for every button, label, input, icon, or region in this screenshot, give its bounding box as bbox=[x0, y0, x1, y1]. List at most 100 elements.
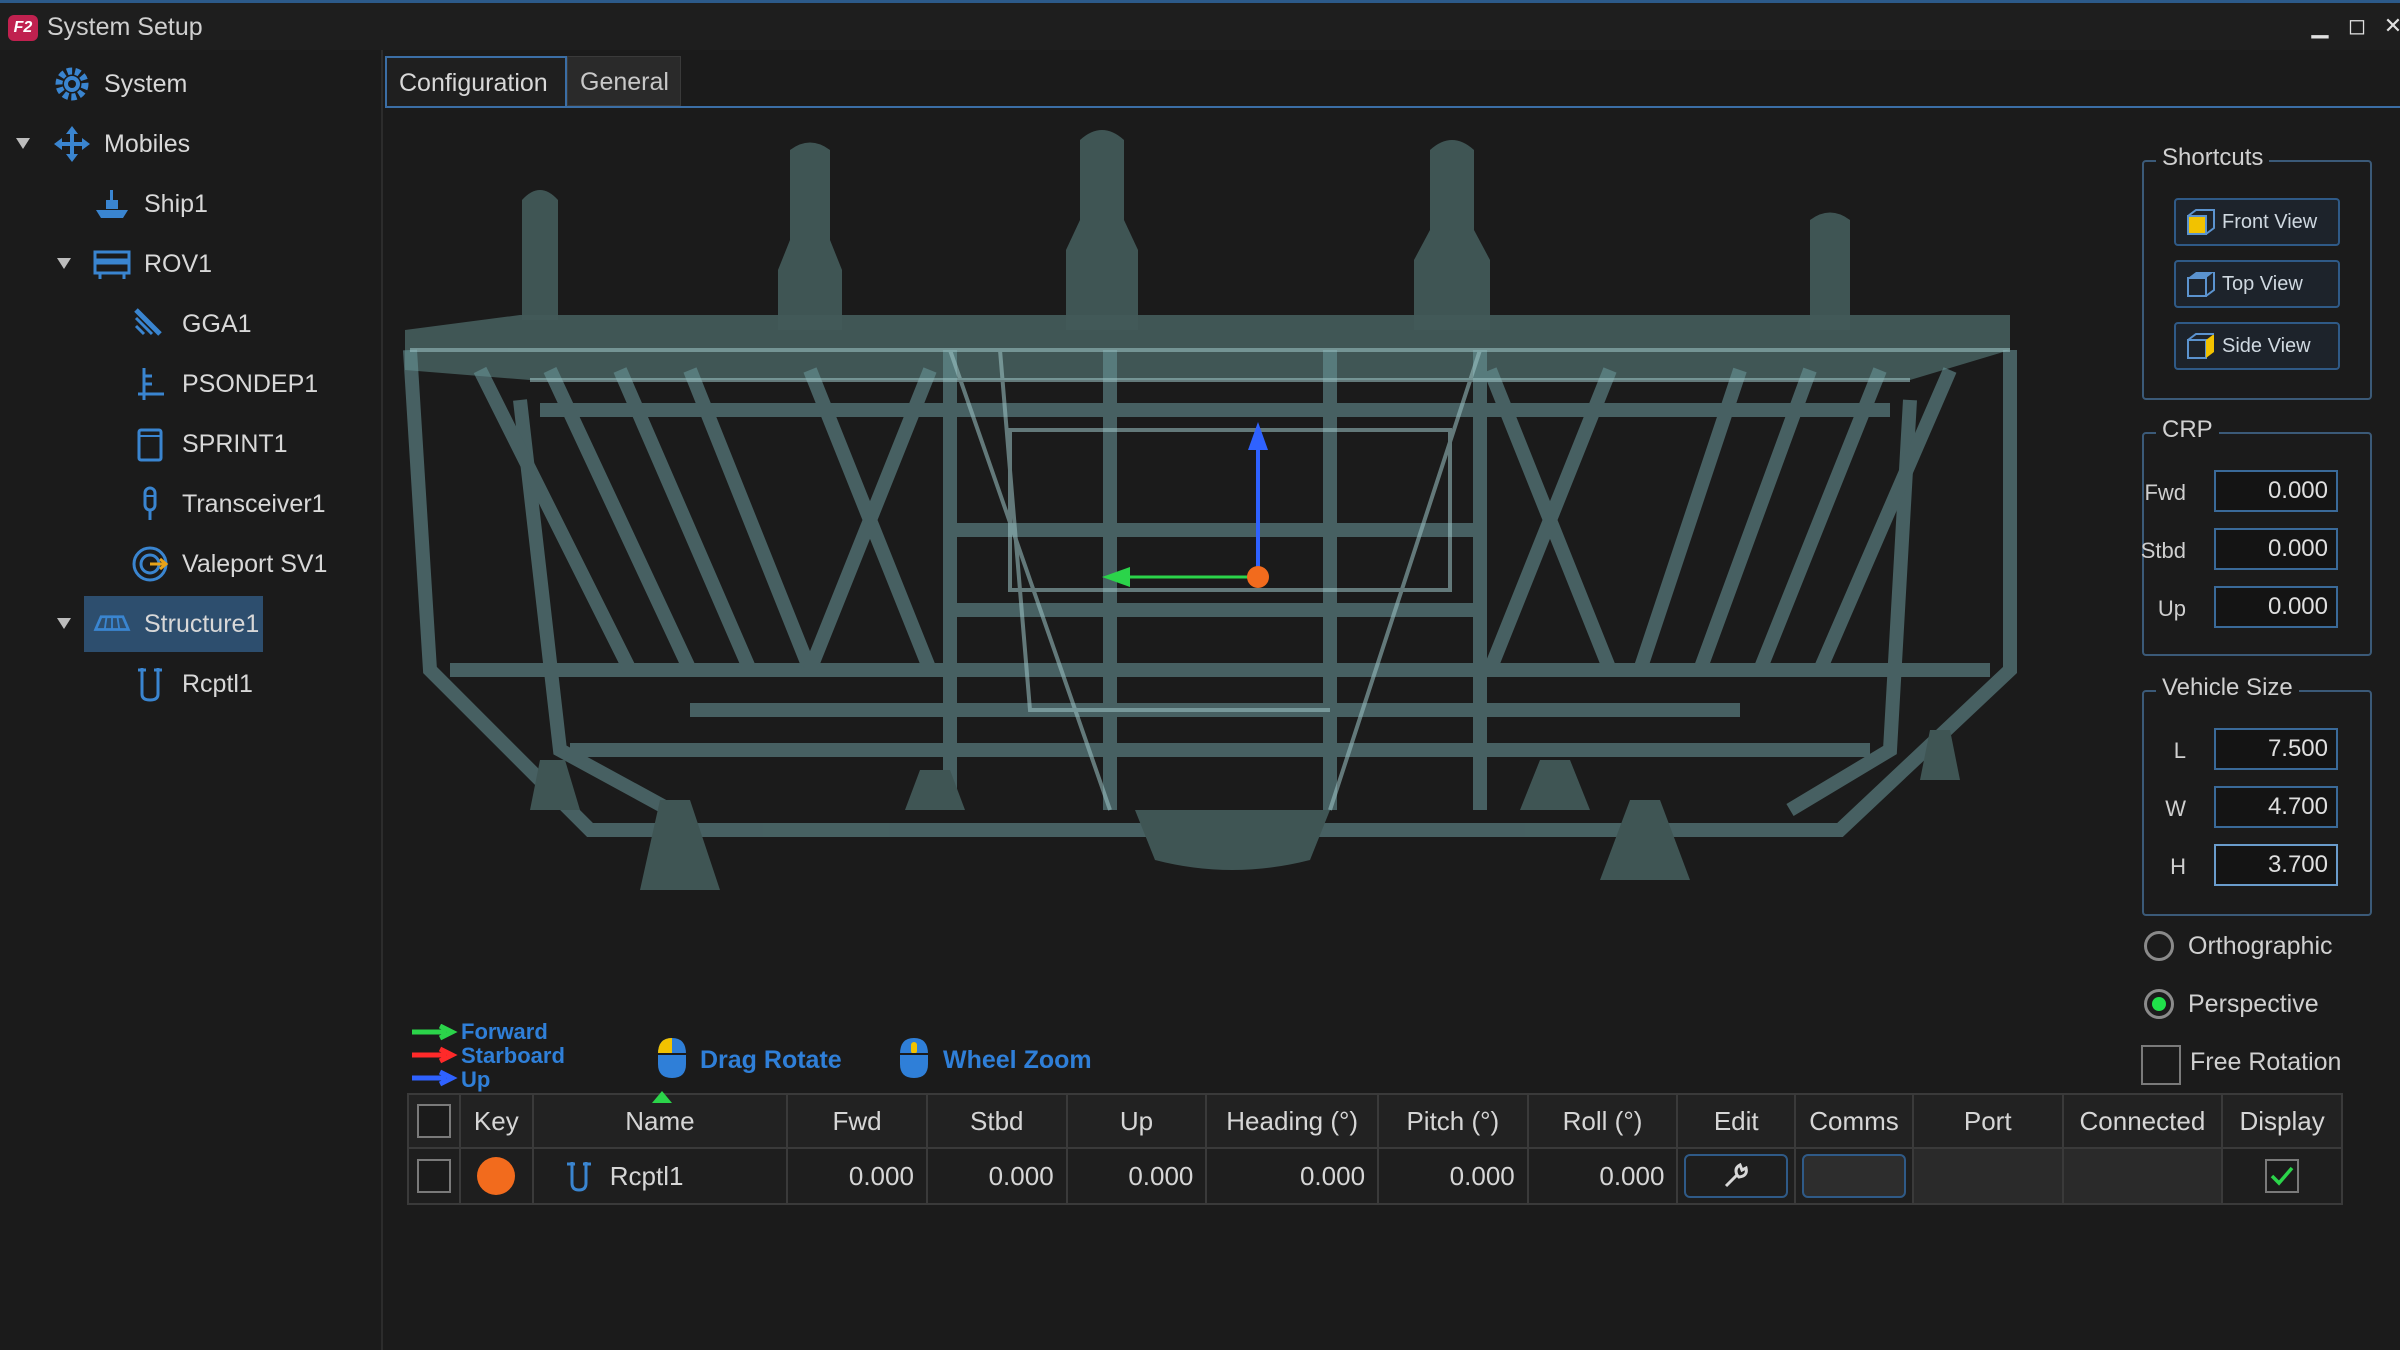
top-view-label: Top View bbox=[2222, 272, 2303, 295]
top-view-icon bbox=[2187, 272, 2215, 297]
perspective-label: Perspective bbox=[2188, 990, 2319, 1018]
maximize-icon[interactable]: ◻ bbox=[2344, 13, 2370, 39]
row-roll[interactable]: 0.000 bbox=[1529, 1149, 1679, 1203]
select-all-cell bbox=[409, 1095, 461, 1147]
minimize-icon[interactable]: ▁ bbox=[2307, 13, 2333, 39]
col-name[interactable]: Name bbox=[534, 1091, 789, 1147]
orthographic-radio[interactable] bbox=[2144, 931, 2174, 961]
col-port[interactable]: Port bbox=[1914, 1095, 2064, 1147]
structure-icon bbox=[92, 604, 132, 644]
name-cell: Rcptl1 bbox=[534, 1149, 789, 1203]
top-view-button[interactable]: Top View bbox=[2174, 260, 2340, 308]
tree-item-rcptl1[interactable]: Rcptl1 bbox=[130, 656, 253, 712]
tab-general[interactable]: General bbox=[567, 56, 681, 106]
tree-item-structure1[interactable]: Structure1 bbox=[84, 596, 264, 652]
tree-item-label: Transceiver1 bbox=[182, 489, 326, 518]
perspective-radio[interactable] bbox=[2144, 989, 2174, 1019]
crp-stbd-label: Stbd bbox=[2140, 538, 2186, 563]
tab-underline bbox=[385, 106, 2400, 108]
front-view-label: Front View bbox=[2222, 210, 2318, 233]
ins-sensor-icon bbox=[130, 424, 170, 464]
vehicle-height-row: H 3.700 bbox=[2144, 844, 2354, 888]
crp-origin-marker[interactable] bbox=[1247, 566, 1269, 588]
mouse-left-icon bbox=[658, 1038, 686, 1078]
tree-item-label: PSONDEP1 bbox=[182, 369, 319, 398]
tree-item-system[interactable]: System bbox=[52, 56, 187, 112]
comms-cell bbox=[1796, 1149, 1914, 1203]
wrench-icon bbox=[1725, 1162, 1749, 1188]
vehicle-length-row: L 7.500 bbox=[2144, 728, 2354, 772]
tree-item-label: System bbox=[104, 69, 188, 98]
tree-item-label: Valeport SV1 bbox=[182, 549, 328, 578]
edit-button[interactable] bbox=[1684, 1154, 1789, 1198]
col-roll[interactable]: Roll (°) bbox=[1529, 1095, 1679, 1147]
col-key[interactable]: Key bbox=[461, 1095, 534, 1147]
collapse-arrow-icon[interactable] bbox=[16, 138, 30, 149]
crp-stbd-field[interactable]: 0.000 bbox=[2214, 528, 2338, 570]
crp-up-label: Up bbox=[2157, 596, 2186, 621]
close-icon[interactable]: ✕ bbox=[2380, 13, 2400, 39]
orthographic-label: Orthographic bbox=[2188, 932, 2333, 960]
col-pitch[interactable]: Pitch (°) bbox=[1379, 1095, 1529, 1147]
side-view-label: Side View bbox=[2222, 334, 2311, 357]
crp-fwd-field[interactable]: 0.000 bbox=[2214, 470, 2338, 512]
crp-up-field[interactable]: 0.000 bbox=[2214, 586, 2338, 628]
col-comms[interactable]: Comms bbox=[1796, 1095, 1914, 1147]
select-all-checkbox[interactable] bbox=[416, 1104, 451, 1138]
tree-item-label: Mobiles bbox=[104, 129, 191, 158]
side-view-button[interactable]: Side View bbox=[2174, 322, 2340, 370]
col-stbd[interactable]: Stbd bbox=[928, 1095, 1068, 1147]
col-fwd[interactable]: Fwd bbox=[788, 1095, 928, 1147]
col-up[interactable]: Up bbox=[1068, 1095, 1208, 1147]
display-checkbox[interactable] bbox=[2265, 1159, 2300, 1193]
gps-antenna-icon bbox=[130, 304, 170, 344]
tree-item-transceiver1[interactable]: Transceiver1 bbox=[130, 476, 326, 532]
shortcuts-title: Shortcuts bbox=[2156, 144, 2270, 172]
transceiver-icon bbox=[130, 484, 170, 524]
tree-item-psondep1[interactable]: PSONDEP1 bbox=[130, 356, 318, 412]
tab-configuration[interactable]: Configuration bbox=[385, 56, 567, 106]
key-cell bbox=[461, 1149, 534, 1203]
row-select-checkbox[interactable] bbox=[416, 1159, 451, 1193]
front-view-icon bbox=[2187, 209, 2215, 235]
key-color-swatch[interactable] bbox=[477, 1157, 516, 1195]
crp-stbd-row: Stbd 0.000 bbox=[2140, 528, 2354, 572]
tree-item-label: GGA1 bbox=[182, 309, 252, 338]
tree-item-valeport-sv1[interactable]: Valeport SV1 bbox=[130, 536, 327, 592]
tree-item-sprint1[interactable]: SPRINT1 bbox=[130, 416, 288, 472]
collapse-arrow-icon[interactable] bbox=[57, 618, 71, 629]
side-view-icon bbox=[2187, 333, 2214, 359]
tree-item-gga1[interactable]: GGA1 bbox=[130, 296, 251, 352]
port-cell[interactable] bbox=[1913, 1149, 2064, 1203]
gear-icon bbox=[52, 64, 92, 104]
checkmark-icon bbox=[2270, 1166, 2294, 1186]
vehicle-width-field[interactable]: 4.700 bbox=[2214, 786, 2338, 828]
collapse-arrow-icon[interactable] bbox=[57, 258, 71, 269]
free-rotation-label: Free Rotation bbox=[2190, 1048, 2342, 1076]
free-rotation-checkbox[interactable] bbox=[2141, 1045, 2181, 1085]
vehicle-length-label: L bbox=[2173, 738, 2186, 763]
tree-item-mobiles[interactable]: Mobiles bbox=[52, 116, 190, 172]
row-fwd[interactable]: 0.000 bbox=[788, 1149, 928, 1203]
col-edit[interactable]: Edit bbox=[1678, 1095, 1797, 1147]
row-pitch[interactable]: 0.000 bbox=[1379, 1149, 1529, 1203]
col-display[interactable]: Display bbox=[2223, 1095, 2341, 1147]
device-tree: System Mobiles Ship1 ROV1 GGA1 PSONDEP1 bbox=[0, 50, 383, 1350]
col-connected[interactable]: Connected bbox=[2064, 1095, 2224, 1147]
ship-icon bbox=[92, 184, 132, 224]
table-row[interactable]: Rcptl1 0.000 0.000 0.000 0.000 0.000 0.0… bbox=[407, 1149, 2343, 1205]
move-arrows-icon bbox=[52, 124, 92, 164]
row-stbd[interactable]: 0.000 bbox=[928, 1149, 1068, 1203]
tree-item-ship1[interactable]: Ship1 bbox=[92, 176, 208, 232]
connected-cell bbox=[2063, 1149, 2224, 1203]
row-up[interactable]: 0.000 bbox=[1068, 1149, 1208, 1203]
comms-button[interactable] bbox=[1802, 1154, 1907, 1198]
row-heading[interactable]: 0.000 bbox=[1207, 1149, 1380, 1203]
tree-item-rov1[interactable]: ROV1 bbox=[92, 236, 212, 292]
front-view-button[interactable]: Front View bbox=[2174, 198, 2340, 246]
vehicle-height-field[interactable]: 3.700 bbox=[2214, 844, 2338, 886]
col-heading[interactable]: Heading (°) bbox=[1207, 1095, 1379, 1147]
3d-viewport[interactable] bbox=[390, 110, 2090, 1010]
vehicle-length-field[interactable]: 7.500 bbox=[2214, 728, 2338, 770]
tree-item-label: Structure1 bbox=[144, 609, 260, 638]
